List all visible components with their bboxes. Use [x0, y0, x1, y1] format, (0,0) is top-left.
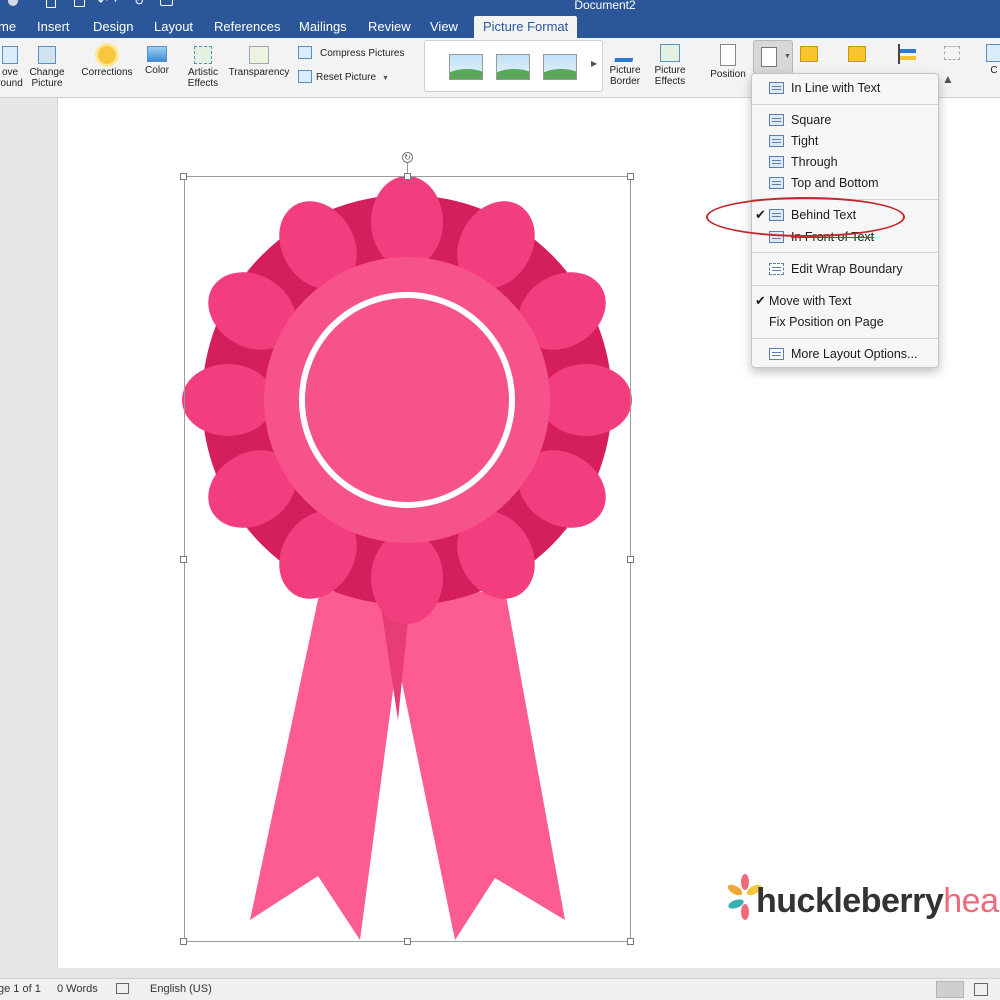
menu-item-edit-wrap-boundary[interactable]: Edit Wrap Boundary	[752, 259, 938, 279]
annotation-ellipse	[706, 197, 905, 237]
status-bar: ge 1 of 1 0 Words English (US)	[0, 978, 1000, 1000]
in-line-icon	[769, 82, 784, 94]
through-wrap-icon	[769, 156, 784, 168]
resize-handle-bottom-left[interactable]	[180, 938, 187, 945]
menu-separator	[752, 285, 938, 286]
menu-item-square[interactable]: Square	[752, 110, 938, 130]
tight-wrap-icon	[769, 135, 784, 147]
web-layout-view-icon[interactable]	[974, 983, 988, 996]
resize-handle-top[interactable]	[404, 173, 411, 180]
word-count[interactable]: 0 Words	[57, 983, 98, 995]
checkmark-icon: ✔	[755, 293, 766, 308]
language-status[interactable]: English (US)	[150, 983, 212, 995]
edit-wrap-icon	[769, 263, 784, 275]
menu-separator	[752, 252, 938, 253]
resize-handle-top-right[interactable]	[627, 173, 634, 180]
menu-separator	[752, 338, 938, 339]
menu-item-through[interactable]: Through	[752, 152, 938, 172]
menu-item-top-and-bottom[interactable]: Top and Bottom	[752, 173, 938, 193]
resize-handle-bottom[interactable]	[404, 938, 411, 945]
resize-handle-top-left[interactable]	[180, 173, 187, 180]
menu-item-move-with-text[interactable]: ✔ Move with Text	[752, 291, 938, 311]
page-count[interactable]: ge 1 of 1	[0, 983, 41, 995]
menu-item-fix-position[interactable]: Fix Position on Page	[752, 312, 938, 332]
proofing-icon[interactable]	[116, 983, 129, 994]
square-wrap-icon	[769, 114, 784, 126]
picture-selection-frame	[184, 176, 631, 942]
resize-handle-right[interactable]	[627, 556, 634, 563]
resize-handle-bottom-right[interactable]	[627, 938, 634, 945]
menu-item-in-line-with-text[interactable]: In Line with Text	[752, 78, 938, 98]
huckleberry-hearts-logo: huckleberryhearts	[726, 868, 1000, 932]
logo-text: huckleberryhearts	[756, 882, 1000, 920]
menu-separator	[752, 104, 938, 105]
top-bottom-wrap-icon	[769, 177, 784, 189]
menu-item-tight[interactable]: Tight	[752, 131, 938, 151]
menu-item-more-layout-options[interactable]: More Layout Options...	[752, 344, 938, 364]
rotate-handle-icon[interactable]: ↻	[402, 152, 413, 163]
resize-handle-left[interactable]	[180, 556, 187, 563]
print-layout-view-icon[interactable]	[936, 981, 964, 998]
layout-options-icon	[769, 348, 784, 360]
